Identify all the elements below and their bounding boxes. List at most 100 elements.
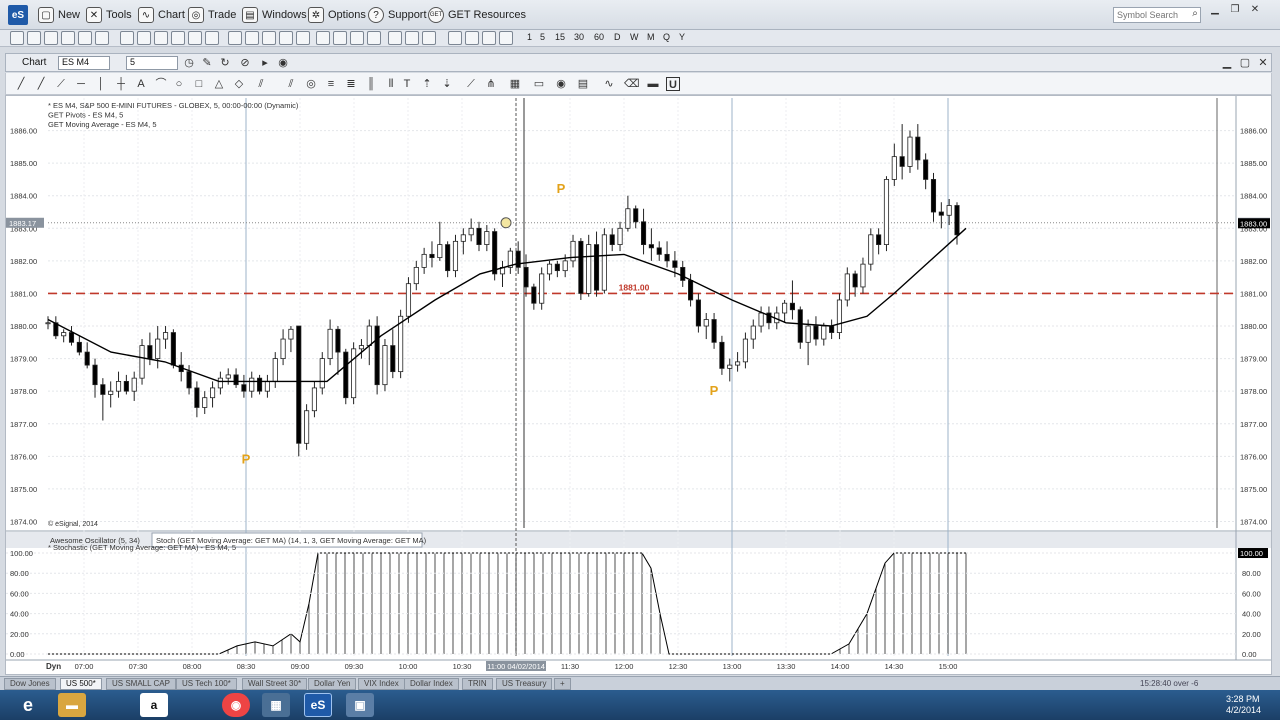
toolbar-tool-icon[interactable] [78, 31, 92, 45]
toolbar-tool-icon[interactable] [422, 31, 436, 45]
chart-canvas[interactable]: 1881.00 P P P 1886.00 1886.00 1885.00 1885.00… [6, 96, 1271, 674]
toolbar-tool-icon[interactable] [333, 31, 347, 45]
interval-5-button[interactable]: 5 [540, 32, 545, 42]
window-maximize-icon[interactable]: ▢ [1238, 56, 1252, 70]
zigzag-icon[interactable]: ∿ [602, 77, 616, 91]
chart-area[interactable]: 1881.00 P P P 1886.00 1886.00 1885.00 1885.00… [5, 95, 1272, 675]
triangle-tool-icon[interactable]: △ [212, 77, 226, 91]
toolbar-tool-icon[interactable] [61, 31, 75, 45]
toolbar-tool-icon[interactable] [316, 31, 330, 45]
eye-icon[interactable]: ◉ [554, 77, 568, 91]
toolbar-tool-icon[interactable] [137, 31, 151, 45]
window-minimize-icon[interactable]: ▁ [1220, 56, 1234, 70]
text-tool-icon[interactable]: A [134, 77, 148, 91]
interval-q-button[interactable]: Q [663, 32, 670, 42]
interval-60-button[interactable]: 60 [594, 32, 604, 42]
app-window-icon[interactable]: ▣ [346, 693, 374, 717]
note-icon[interactable]: ▬ [646, 77, 660, 91]
toolbar-tool-icon[interactable] [367, 31, 381, 45]
symbol-field[interactable]: ES M4 [58, 56, 110, 70]
workspace-tab[interactable]: US SMALL CAP [106, 678, 176, 690]
menu-options[interactable]: ✲ Options [308, 6, 366, 24]
gann-fan-icon[interactable]: ⟋ [464, 77, 478, 91]
amazon-icon[interactable]: a [140, 693, 168, 717]
toolbar-tool-icon[interactable] [205, 31, 219, 45]
workspace-tab[interactable]: Dow Jones [4, 678, 56, 690]
ellipse-tool-icon[interactable]: ○ [172, 77, 186, 91]
chrome-icon[interactable]: ◉ [222, 693, 250, 717]
trend-tool-icon[interactable]: ⟋ [54, 77, 68, 91]
toolbar-tool-icon[interactable] [27, 31, 41, 45]
menu-get-resources[interactable]: GET GET Resources [428, 6, 526, 24]
fib-circle-icon[interactable]: ◎ [304, 77, 318, 91]
crosshair-icon[interactable]: ┼ [114, 77, 128, 91]
menu-new[interactable]: ▢ New [38, 6, 80, 24]
toolbar-tool-icon[interactable] [405, 31, 419, 45]
esignal-icon[interactable]: eS [304, 693, 332, 717]
workspace-tab-active[interactable]: US 500* [60, 678, 102, 690]
workspace-tab[interactable]: US Treasury [496, 678, 553, 690]
link-icon[interactable]: ⊘ [238, 56, 252, 70]
grid-tool-icon[interactable]: ▦ [508, 77, 522, 91]
toolbar-tool-icon[interactable] [388, 31, 402, 45]
cycle-lines-icon[interactable]: ║ [364, 77, 378, 91]
toolbar-tool-icon[interactable] [44, 31, 58, 45]
line-tool-icon[interactable]: ╱ [14, 77, 28, 91]
interval-d-button[interactable]: D [614, 32, 621, 42]
interval-field[interactable]: 5 [126, 56, 178, 70]
rectangle-tool-icon[interactable]: □ [192, 77, 206, 91]
pencil-icon[interactable]: ✎ [200, 56, 214, 70]
toolbar-tool-icon[interactable] [499, 31, 513, 45]
play-icon[interactable]: ▸ [258, 56, 272, 70]
menu-support[interactable]: ? Support [368, 6, 427, 24]
menu-tools[interactable]: ✕ Tools [86, 6, 132, 24]
price-range-icon[interactable]: ▭ [532, 77, 546, 91]
magnet-icon[interactable]: U [666, 77, 680, 91]
pti-icon[interactable]: ▤ [576, 77, 590, 91]
minimize-button[interactable]: ▁ [1206, 4, 1224, 20]
workspace-tab[interactable]: Dollar Index [404, 678, 459, 690]
search-icon[interactable]: ⌕ [1186, 8, 1204, 24]
interval-m-button[interactable]: M [647, 32, 655, 42]
folder-icon[interactable]: ▬ [58, 693, 86, 717]
toolbar-tool-icon[interactable] [154, 31, 168, 45]
toolbar-tool-icon[interactable] [465, 31, 479, 45]
andrews-pitchfork-icon[interactable]: ⋔ [484, 77, 498, 91]
channel-tool-icon[interactable]: ⫽ [254, 77, 268, 91]
add-tab-button[interactable]: + [554, 678, 571, 690]
toolbar-tool-icon[interactable] [350, 31, 364, 45]
toolbar-tool-icon[interactable] [10, 31, 24, 45]
parallel-tool-icon[interactable]: ⫽ [284, 77, 298, 91]
toolbar-tool-icon[interactable] [482, 31, 496, 45]
toolbar-tool-icon[interactable] [171, 31, 185, 45]
eraser-icon[interactable]: ⌫ [624, 77, 640, 91]
toolbar-tool-icon[interactable] [262, 31, 276, 45]
interval-15-button[interactable]: 15 [555, 32, 565, 42]
refresh-icon[interactable]: ↻ [218, 56, 232, 70]
time-lines-icon[interactable]: ⦀ [384, 77, 398, 91]
arrow-down-icon[interactable]: ⇣ [440, 77, 454, 91]
toolbar-tool-icon[interactable] [95, 31, 109, 45]
workspace-tab[interactable]: Dollar Yen [308, 678, 357, 690]
fib-ext-icon[interactable]: ≣ [344, 77, 358, 91]
interval-y-button[interactable]: Y [679, 32, 685, 42]
interval-1-button[interactable]: 1 [527, 32, 532, 42]
menu-trade[interactable]: ◎ Trade [188, 6, 236, 24]
vertical-line-icon[interactable]: │ [94, 77, 108, 91]
toolbar-tool-icon[interactable] [188, 31, 202, 45]
toolbar-tool-icon[interactable] [448, 31, 462, 45]
toolbar-tool-icon[interactable] [228, 31, 242, 45]
toolbar-tool-icon[interactable] [279, 31, 293, 45]
fib-retracement-icon[interactable]: ≡ [324, 77, 338, 91]
menu-windows[interactable]: ▤ Windows [242, 6, 307, 24]
toolbar-tool-icon[interactable] [296, 31, 310, 45]
app-logo-icon[interactable]: eS [8, 5, 28, 25]
polygon-tool-icon[interactable]: ◇ [232, 77, 246, 91]
workspace-tab[interactable]: TRIN [462, 678, 493, 690]
workspace-tab[interactable]: US Tech 100* [176, 678, 237, 690]
close-button[interactable]: ✕ [1246, 4, 1264, 20]
clock-icon[interactable]: ◷ [182, 56, 196, 70]
interval-w-button[interactable]: W [630, 32, 639, 42]
toolbar-tool-icon[interactable] [120, 31, 134, 45]
ie-icon[interactable]: e [14, 693, 42, 717]
